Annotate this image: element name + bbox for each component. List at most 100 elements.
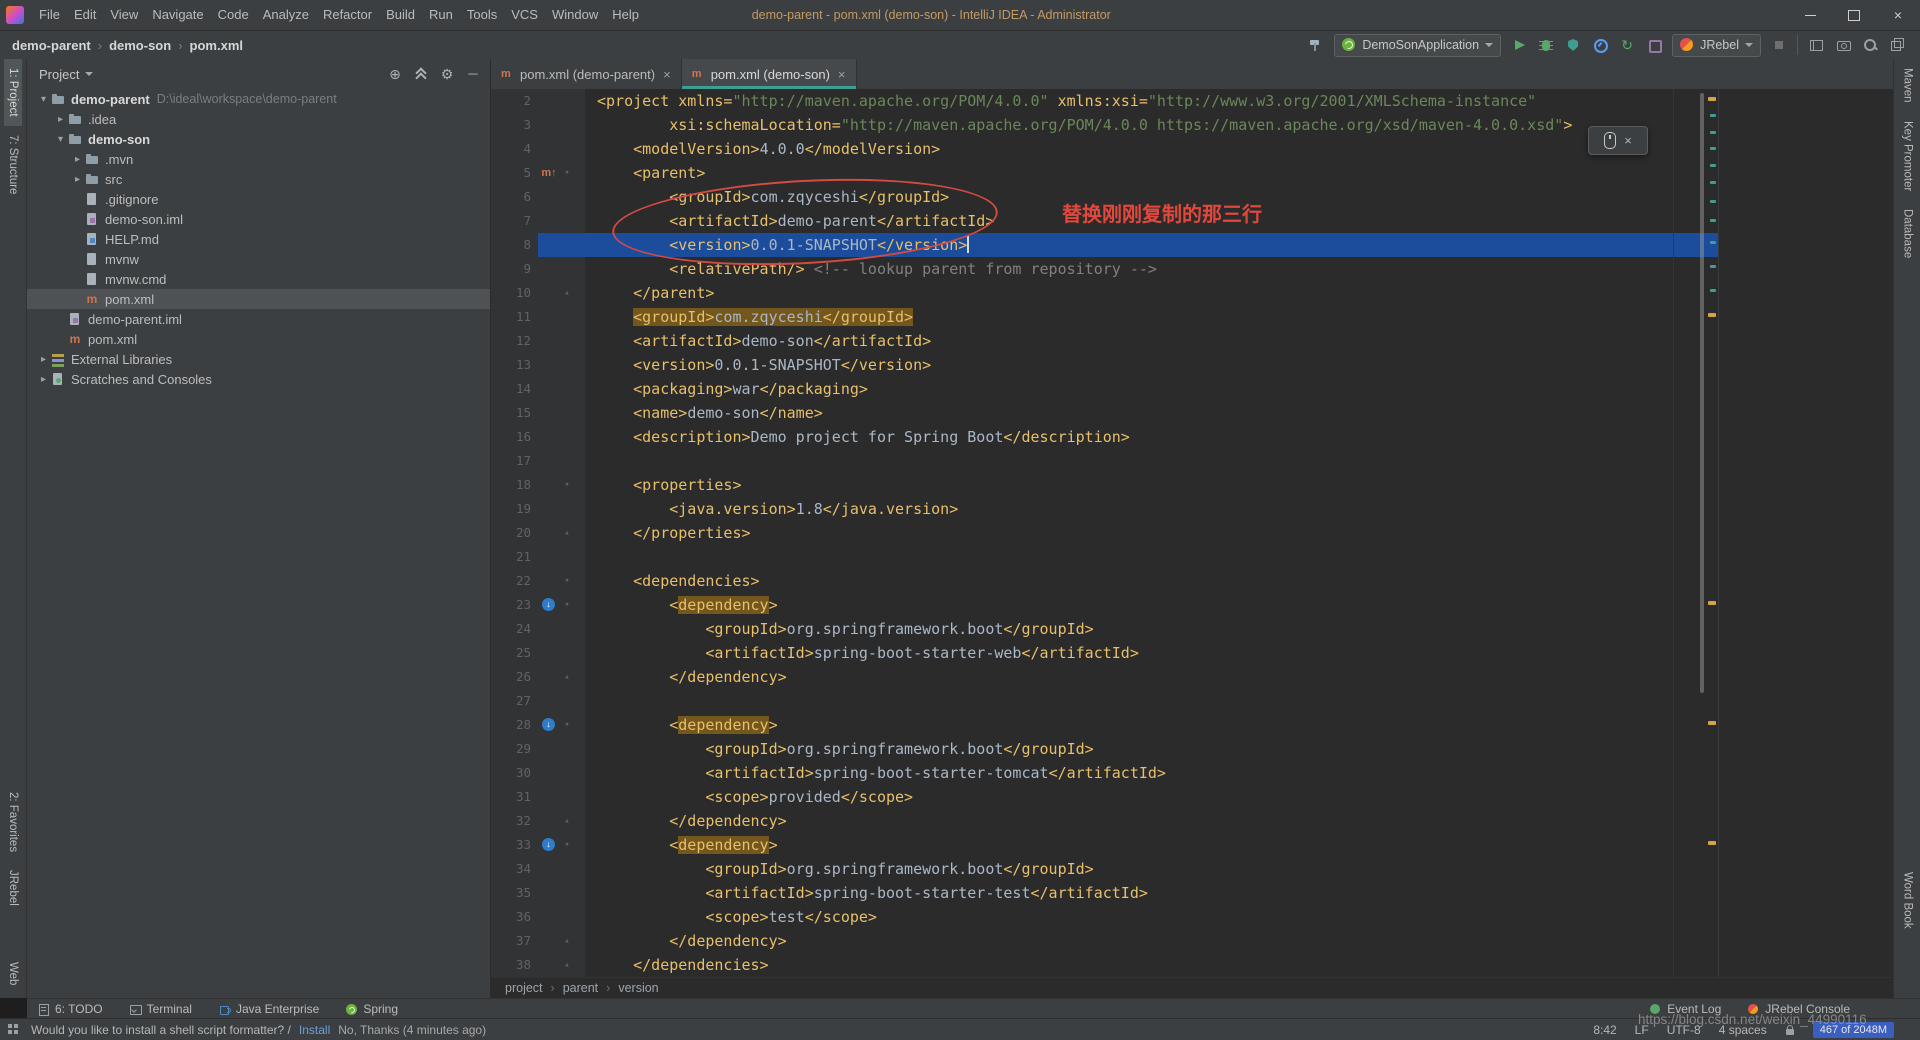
tree-item-help-md[interactable]: HELP.md (27, 229, 490, 249)
fold-marker[interactable]: ▾ (560, 161, 574, 185)
code-line-33[interactable]: 33▾ <dependency> (491, 833, 1718, 857)
dependency-gutter-icon[interactable] (541, 717, 557, 733)
tree-expand-icon[interactable]: ▸ (37, 354, 50, 365)
menu-view[interactable]: View (103, 0, 145, 30)
stripe-mark[interactable] (1710, 200, 1716, 203)
fold-marker[interactable]: ▴ (560, 809, 574, 833)
close-icon[interactable]: × (1876, 0, 1920, 30)
code-line-26[interactable]: 26▴ </dependency> (491, 665, 1718, 689)
fold-marker[interactable]: ▴ (560, 521, 574, 545)
menu-help[interactable]: Help (605, 0, 646, 30)
tool-tab-7-structure[interactable]: 7: Structure (4, 126, 22, 203)
stripe-mark[interactable] (1710, 114, 1716, 117)
tool-tab-web[interactable]: Web (4, 953, 22, 994)
code-line-4[interactable]: 4 <modelVersion>4.0.0</modelVersion> (491, 137, 1718, 161)
stripe-mark[interactable] (1710, 164, 1716, 167)
editor-tab-pom-xml-demo-son[interactable]: pom.xml (demo-son)× (682, 59, 857, 89)
fold-marker[interactable]: ▴ (560, 281, 574, 305)
menu-build[interactable]: Build (379, 0, 422, 30)
tree-expand-icon[interactable]: ▾ (54, 134, 67, 145)
stripe-mark[interactable] (1710, 241, 1716, 244)
stripe-mark[interactable] (1708, 841, 1716, 845)
menu-navigate[interactable]: Navigate (145, 0, 210, 30)
code-line-10[interactable]: 10▴ </parent> (491, 281, 1718, 305)
services-icon[interactable] (1645, 36, 1663, 54)
breadcrumb-item-demo-son[interactable]: demo-son (109, 38, 171, 53)
breadcrumb-item-pom-xml[interactable]: pom.xml (190, 38, 243, 53)
menu-code[interactable]: Code (211, 0, 256, 30)
code-line-36[interactable]: 36 <scope>test</scope> (491, 905, 1718, 929)
stripe-mark[interactable] (1710, 131, 1716, 134)
code-line-20[interactable]: 20▴ </properties> (491, 521, 1718, 545)
error-stripe[interactable] (1698, 89, 1718, 977)
minimize-icon[interactable] (1788, 0, 1832, 30)
breadcrumb-item-demo-parent[interactable]: demo-parent (12, 38, 91, 53)
fold-marker[interactable]: ▾ (560, 713, 574, 737)
tree-item-src[interactable]: ▸src (27, 169, 490, 189)
tree-item-mvnw[interactable]: mvnw (27, 249, 490, 269)
jrebel-select[interactable]: JRebel (1672, 34, 1761, 57)
code-line-31[interactable]: 31 <scope>provided</scope> (491, 785, 1718, 809)
tree-item-pom-xml[interactable]: pom.xml (27, 329, 490, 349)
install-link[interactable]: Install (299, 1023, 330, 1037)
tree-item-demo-son[interactable]: ▾demo-son (27, 129, 490, 149)
tool-tab-key-promoter[interactable]: Key Promoter (1899, 112, 1917, 200)
editor-breadcrumb-parent[interactable]: parent (563, 981, 598, 995)
code-line-15[interactable]: 15 <name>demo-son</name> (491, 401, 1718, 425)
fold-marker[interactable]: ▴ (560, 665, 574, 689)
tool-tab-1-project[interactable]: 1: Project (4, 59, 22, 126)
fold-marker[interactable]: ▴ (560, 929, 574, 953)
tree-expand-icon[interactable]: ▸ (71, 154, 84, 165)
tab-close-icon[interactable]: × (663, 67, 671, 82)
tool-window-switcher-icon[interactable] (7, 1023, 21, 1037)
code-line-13[interactable]: 13 <version>0.0.1-SNAPSHOT</version> (491, 353, 1718, 377)
tree-item-idea[interactable]: ▸.idea (27, 109, 490, 129)
fold-marker[interactable]: ▾ (560, 569, 574, 593)
menu-run[interactable]: Run (422, 0, 460, 30)
tool-button-6-todo[interactable]: 6: TODO (37, 1002, 103, 1016)
tool-button-spring[interactable]: Spring (345, 1002, 398, 1016)
tool-tab-maven[interactable]: Maven (1899, 59, 1917, 112)
fold-marker[interactable]: ▴ (560, 953, 574, 977)
code-line-37[interactable]: 37▴ </dependency> (491, 929, 1718, 953)
popup-close-icon[interactable]: × (1624, 133, 1632, 148)
code-line-23[interactable]: 23▾ <dependency> (491, 593, 1718, 617)
code-line-11[interactable]: 11 <groupId>com.zqyceshi</groupId> (491, 305, 1718, 329)
scrollbar-thumb[interactable] (1700, 93, 1704, 693)
tool-tab-jrebel[interactable]: JRebel (4, 861, 22, 915)
stripe-mark[interactable] (1708, 601, 1716, 605)
caret-position[interactable]: 8:42 (1593, 1023, 1616, 1037)
locate-icon[interactable] (386, 65, 404, 83)
code-line-2[interactable]: 2<project xmlns="http://maven.apache.org… (491, 89, 1718, 113)
menu-window[interactable]: Window (545, 0, 605, 30)
tree-expand-icon[interactable]: ▾ (37, 94, 50, 105)
hide-icon[interactable] (464, 65, 482, 83)
editor-breadcrumb-project[interactable]: project (505, 981, 543, 995)
tab-close-icon[interactable]: × (838, 67, 846, 82)
fold-marker[interactable]: ▾ (560, 593, 574, 617)
stripe-mark[interactable] (1710, 181, 1716, 184)
dismiss-link[interactable]: No, Thanks (4 minutes ago) (338, 1023, 486, 1037)
capture-icon[interactable] (1834, 36, 1852, 54)
code-line-8[interactable]: 8 <version>0.0.1-SNAPSHOT</version> (491, 233, 1718, 257)
stripe-mark[interactable] (1708, 97, 1716, 101)
tool-tab-word-book[interactable]: Word Book (1899, 863, 1917, 938)
tree-item-mvnw-cmd[interactable]: mvnw.cmd (27, 269, 490, 289)
editor-tab-pom-xml-demo-parent[interactable]: pom.xml (demo-parent)× (491, 59, 682, 89)
editor-breadcrumb-version[interactable]: version (618, 981, 658, 995)
code-line-21[interactable]: 21 (491, 545, 1718, 569)
update-app-icon[interactable] (1618, 36, 1636, 54)
tree-expand-icon[interactable]: ▸ (37, 374, 50, 385)
menu-vcs[interactable]: VCS (504, 0, 545, 30)
code-line-14[interactable]: 14 <packaging>war</packaging> (491, 377, 1718, 401)
settings-icon[interactable] (438, 65, 456, 83)
stripe-mark[interactable] (1710, 219, 1716, 222)
debug-icon[interactable] (1537, 36, 1555, 54)
fold-marker[interactable]: ▾ (560, 833, 574, 857)
code-line-17[interactable]: 17 (491, 449, 1718, 473)
code-line-35[interactable]: 35 <artifactId>spring-boot-starter-test<… (491, 881, 1718, 905)
tool-tab-database[interactable]: Database (1899, 200, 1917, 267)
code-line-9[interactable]: 9 <relativePath/> <!-- lookup parent fro… (491, 257, 1718, 281)
tree-item-demo-parent-iml[interactable]: demo-parent.iml (27, 309, 490, 329)
build-hammer-icon[interactable] (1307, 36, 1325, 54)
